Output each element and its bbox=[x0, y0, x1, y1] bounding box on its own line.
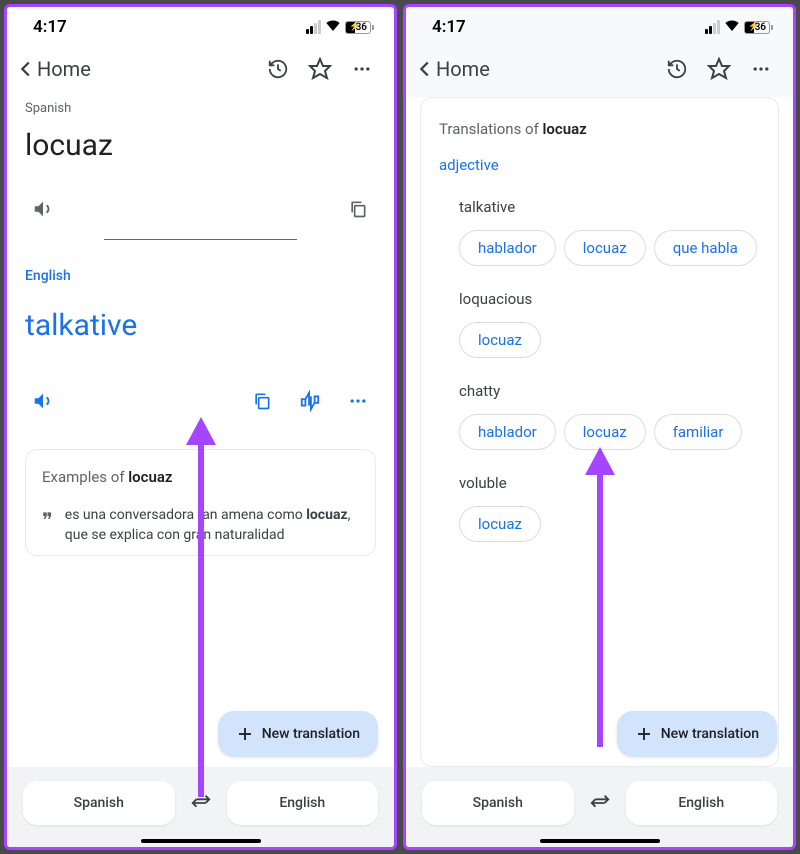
source-lang-button[interactable]: Spanish bbox=[422, 781, 574, 825]
source-lang-button[interactable]: Spanish bbox=[23, 781, 175, 825]
home-button[interactable]: Home bbox=[15, 57, 91, 81]
main-content: Spanish locuaz English talkative Example… bbox=[7, 97, 394, 767]
language-bar: Spanish English bbox=[406, 767, 793, 847]
speak-source-icon[interactable] bbox=[25, 191, 61, 227]
nav-bar: Home bbox=[7, 41, 394, 97]
home-button[interactable]: Home bbox=[414, 57, 490, 81]
home-indicator bbox=[141, 839, 261, 843]
group-label: loquacious bbox=[459, 290, 760, 308]
copy-source-icon[interactable] bbox=[340, 191, 376, 227]
status-right: ⚡36 bbox=[306, 19, 374, 35]
group-label: chatty bbox=[459, 382, 760, 400]
translation-chip[interactable]: locuaz bbox=[564, 414, 646, 450]
status-bar: 4:17 ⚡36 bbox=[7, 7, 394, 41]
examples-card: Examples of locuaz ❞ es una conversadora… bbox=[25, 449, 376, 556]
speak-target-icon[interactable] bbox=[25, 383, 61, 419]
nav-bar: Home bbox=[406, 41, 793, 97]
star-icon[interactable] bbox=[701, 51, 737, 87]
new-translation-button[interactable]: New translation bbox=[218, 711, 378, 757]
target-word: talkative bbox=[25, 308, 376, 343]
translation-chip[interactable]: locuaz bbox=[564, 230, 646, 266]
new-translation-button[interactable]: New translation bbox=[617, 711, 777, 757]
wifi-icon bbox=[325, 19, 341, 35]
group-label: voluble bbox=[459, 474, 760, 492]
translation-chip[interactable]: hablador bbox=[459, 414, 556, 450]
star-icon[interactable] bbox=[302, 51, 338, 87]
status-time: 4:17 bbox=[33, 17, 67, 37]
translation-group: loquacious locuaz bbox=[459, 290, 760, 358]
signal-icon bbox=[705, 20, 720, 34]
quote-icon: ❞ bbox=[42, 506, 53, 545]
translation-group: talkative hablador locuaz que habla bbox=[459, 198, 760, 266]
target-lang-label: English bbox=[25, 268, 376, 284]
translation-chip[interactable]: que habla bbox=[654, 230, 757, 266]
copy-target-icon[interactable] bbox=[244, 383, 280, 419]
translation-chip[interactable]: hablador bbox=[459, 230, 556, 266]
more-icon[interactable] bbox=[743, 51, 779, 87]
swap-icon[interactable] bbox=[185, 792, 217, 814]
translation-chip[interactable]: locuaz bbox=[459, 322, 541, 358]
translations-card: Translations of locuaz adjective talkati… bbox=[420, 97, 779, 767]
home-label: Home bbox=[436, 57, 490, 81]
main-content: Translations of locuaz adjective talkati… bbox=[406, 97, 793, 767]
phone-right: 4:17 ⚡36 Home Translations of locuaz adj… bbox=[403, 4, 796, 850]
language-bar: Spanish English bbox=[7, 767, 394, 847]
home-label: Home bbox=[37, 57, 91, 81]
signal-icon bbox=[306, 20, 321, 34]
translations-title: Translations of locuaz bbox=[439, 120, 760, 138]
more-target-icon[interactable] bbox=[340, 383, 376, 419]
divider bbox=[104, 239, 297, 240]
translation-chip[interactable]: locuaz bbox=[459, 506, 541, 542]
status-bar: 4:17 ⚡36 bbox=[406, 7, 793, 41]
example-text: es una conversadora tan amena como locua… bbox=[65, 506, 359, 545]
more-icon[interactable] bbox=[344, 51, 380, 87]
fab-label: New translation bbox=[262, 726, 360, 742]
status-time: 4:17 bbox=[432, 17, 466, 37]
group-label: talkative bbox=[459, 198, 760, 216]
target-lang-button[interactable]: English bbox=[626, 781, 778, 825]
translation-group: voluble locuaz bbox=[459, 474, 760, 542]
part-of-speech: adjective bbox=[439, 156, 760, 174]
examples-title: Examples of locuaz bbox=[42, 468, 359, 486]
phone-left: 4:17 ⚡36 Home Spanish locuaz English tal… bbox=[4, 4, 397, 850]
example-row: ❞ es una conversadora tan amena como loc… bbox=[42, 506, 359, 545]
translation-group: chatty hablador locuaz familiar bbox=[459, 382, 760, 450]
target-lang-button[interactable]: English bbox=[227, 781, 379, 825]
source-lang-label: Spanish bbox=[25, 101, 376, 116]
feedback-icon[interactable] bbox=[292, 383, 328, 419]
history-icon[interactable] bbox=[260, 51, 296, 87]
wifi-icon bbox=[724, 19, 740, 35]
status-right: ⚡36 bbox=[705, 19, 773, 35]
source-word: locuaz bbox=[25, 128, 376, 163]
battery-icon: ⚡36 bbox=[744, 21, 773, 34]
battery-icon: ⚡36 bbox=[345, 21, 374, 34]
home-indicator bbox=[540, 839, 660, 843]
history-icon[interactable] bbox=[659, 51, 695, 87]
fab-label: New translation bbox=[661, 726, 759, 742]
swap-icon[interactable] bbox=[584, 792, 616, 814]
translation-chip[interactable]: familiar bbox=[654, 414, 743, 450]
